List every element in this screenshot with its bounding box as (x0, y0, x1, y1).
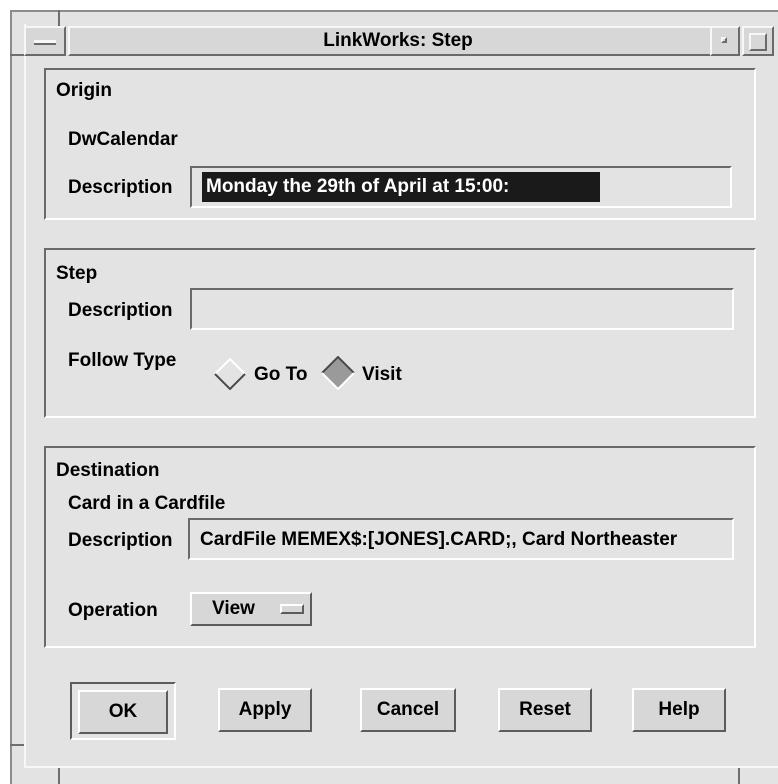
maximize-button[interactable] (742, 26, 774, 56)
minimize-button[interactable] (710, 26, 740, 56)
radio-visit-label[interactable]: Visit (362, 364, 402, 386)
operation-label: Operation (68, 600, 158, 621)
follow-type-label: Follow Type (68, 350, 177, 371)
apply-button[interactable]: Apply (218, 688, 312, 732)
cancel-button[interactable]: Cancel (360, 688, 456, 732)
origin-description-selected-text: Monday the 29th of April at 15:00: (202, 172, 600, 202)
radio-visit[interactable] (321, 355, 355, 391)
maximize-icon (749, 33, 767, 51)
help-button[interactable]: Help (632, 688, 726, 732)
step-description-field[interactable] (190, 288, 734, 330)
frame-edge (24, 766, 778, 768)
minimize-icon (721, 37, 727, 43)
destination-description-label: Description (68, 530, 173, 551)
step-description-label: Description (68, 300, 173, 321)
origin-description-field[interactable]: Monday the 29th of April at 15:00: (190, 166, 732, 208)
radio-goto-label[interactable]: Go To (254, 364, 307, 386)
ok-button[interactable]: OK (78, 690, 168, 734)
window-menu-button[interactable] (24, 26, 66, 56)
title-bar[interactable]: LinkWorks: Step (24, 26, 776, 58)
radio-goto[interactable] (214, 357, 246, 391)
frame-resize-corner[interactable] (738, 768, 740, 784)
frame-resize-corner[interactable] (58, 10, 60, 26)
operation-value: View (212, 598, 255, 619)
radio-diamond-unselected-icon (214, 357, 246, 391)
option-menu-indicator-icon (280, 604, 304, 614)
destination-description-value: CardFile MEMEX$:[JONES].CARD;, Card Nort… (200, 529, 678, 550)
step-group (44, 248, 756, 418)
frame-resize-corner[interactable] (10, 744, 24, 746)
origin-heading: Origin (56, 80, 112, 101)
origin-object-label: DwCalendar (68, 129, 178, 150)
step-heading: Step (56, 263, 98, 284)
frame-edge (24, 24, 26, 768)
window-title: LinkWorks: Step (68, 26, 728, 56)
reset-button[interactable]: Reset (498, 688, 592, 732)
destination-description-field[interactable]: CardFile MEMEX$:[JONES].CARD;, Card Nort… (188, 518, 734, 560)
destination-heading: Destination (56, 460, 160, 481)
operation-option-menu[interactable]: View (190, 592, 312, 626)
frame-resize-corner[interactable] (10, 54, 24, 56)
origin-description-label: Description (68, 177, 173, 198)
window-menu-icon (34, 40, 56, 45)
radio-diamond-selected-icon (321, 355, 355, 391)
destination-object-label: Card in a Cardfile (68, 493, 226, 514)
frame-resize-corner[interactable] (58, 768, 60, 784)
